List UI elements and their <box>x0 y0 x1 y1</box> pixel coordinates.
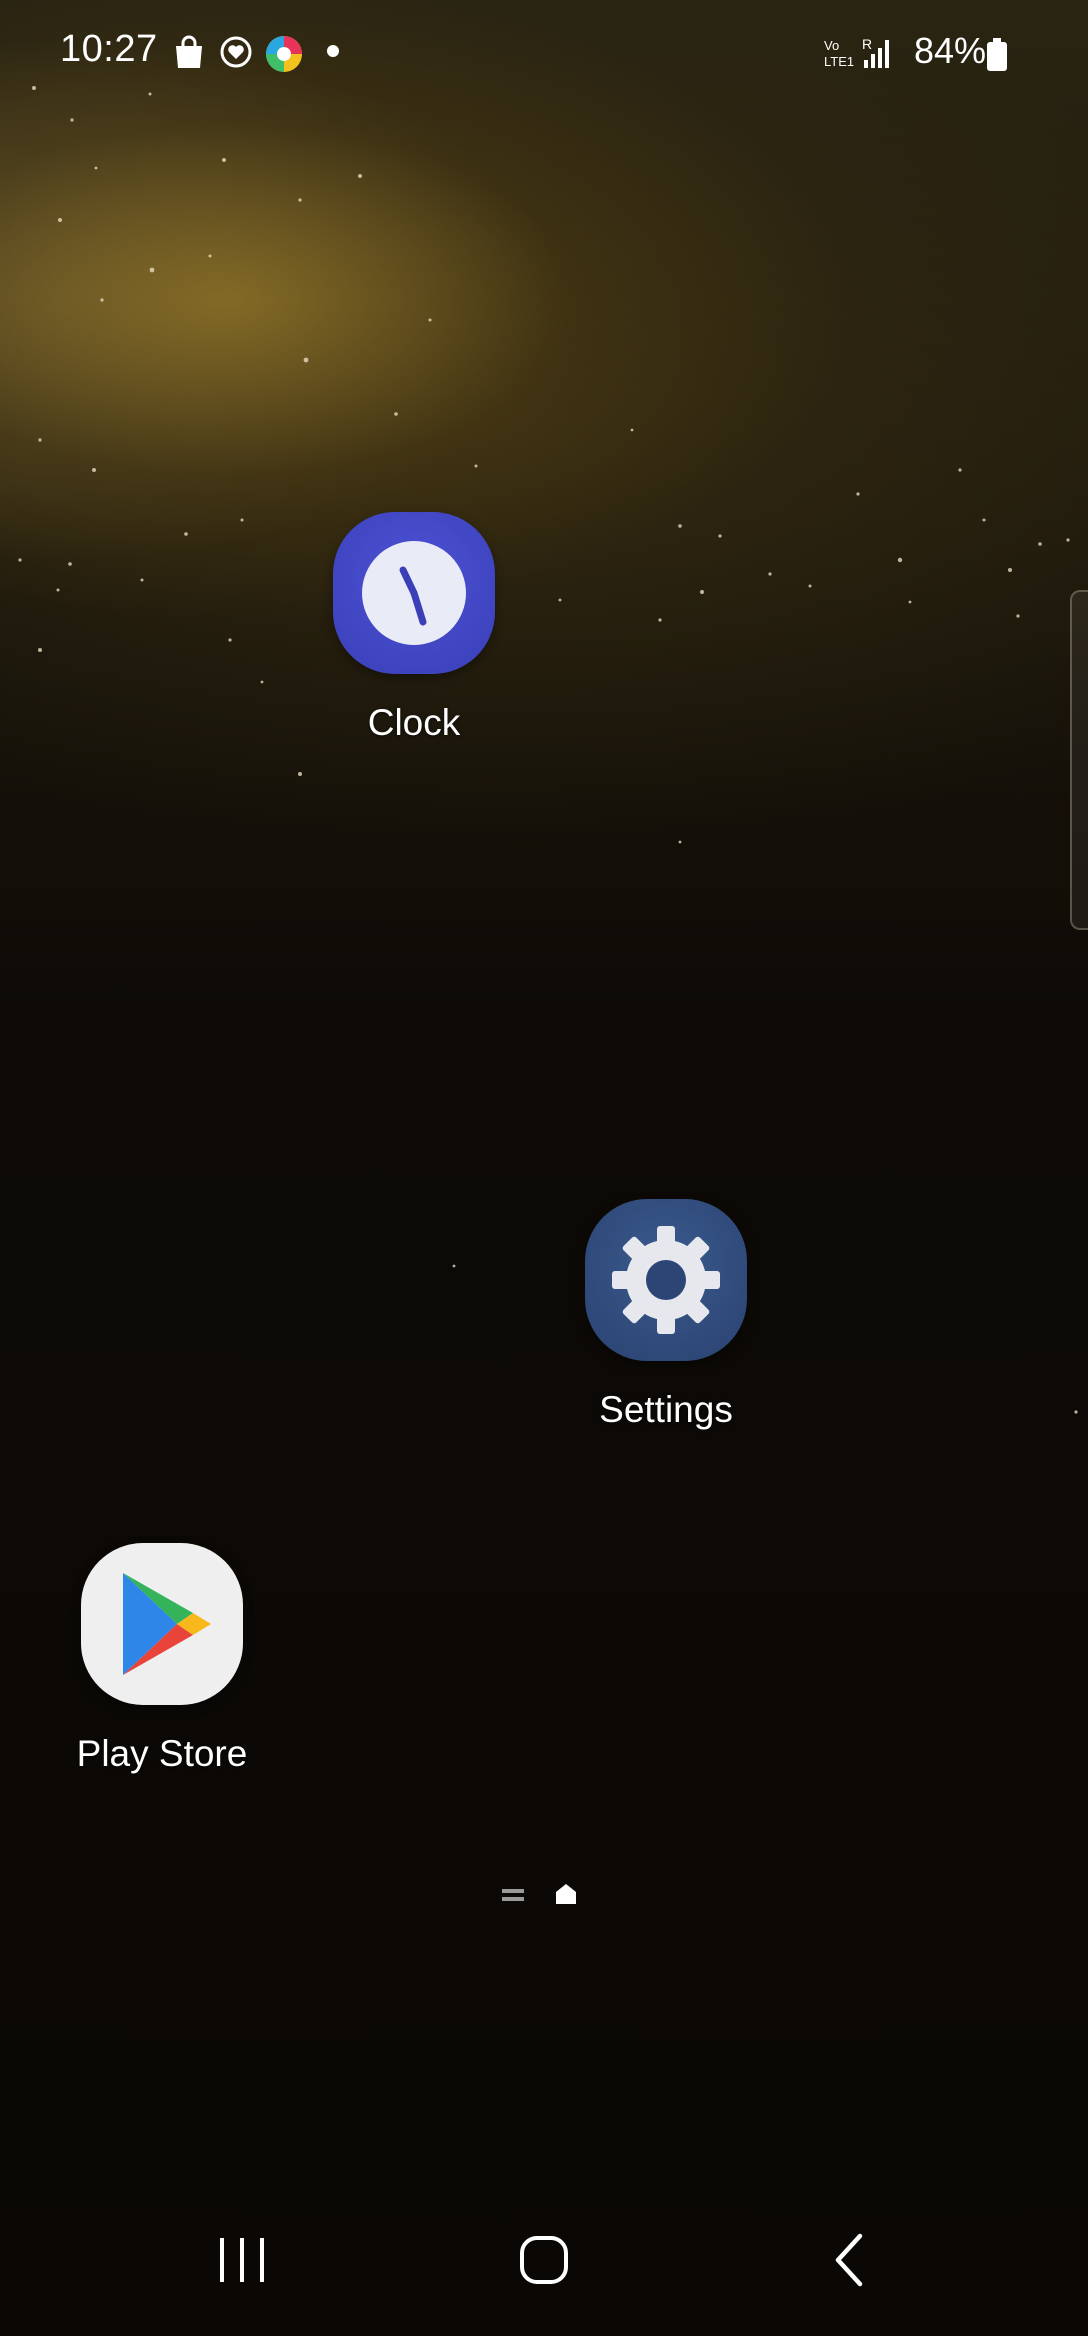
app-clock[interactable]: Clock <box>294 512 534 744</box>
status-bar: 10:27 Vo LTE1 R 84% <box>0 0 1088 110</box>
signal-icon: Vo LTE1 R <box>824 36 889 69</box>
colorful-app-icon <box>266 36 302 72</box>
battery-icon <box>987 38 1007 71</box>
dot-icon <box>327 45 339 57</box>
app-label-clock: Clock <box>367 702 461 743</box>
gear-icon <box>585 1199 747 1361</box>
heart-app-icon <box>220 36 252 68</box>
clock-icon <box>333 512 495 674</box>
menu-lines-icon[interactable] <box>502 1886 524 1904</box>
battery-percentage: 84% <box>913 30 986 71</box>
recents-button[interactable] <box>182 2216 302 2296</box>
back-button[interactable] <box>788 2216 908 2296</box>
recents-icon <box>220 2238 264 2282</box>
navigation-bar <box>0 2186 1088 2336</box>
app-label-settings: Settings <box>599 1389 733 1430</box>
page-indicator <box>0 1880 1088 1910</box>
shopping-bag-icon <box>176 35 202 68</box>
svg-text:LTE1: LTE1 <box>824 54 854 69</box>
home-button[interactable] <box>484 2216 604 2296</box>
play-store-icon <box>81 1543 243 1705</box>
app-settings[interactable]: Settings <box>546 1199 786 1431</box>
svg-text:R: R <box>862 36 872 52</box>
status-time: 10:27 <box>60 28 158 70</box>
home-screen: 10:27 Vo LTE1 R 84% Clock Settings Play … <box>0 0 1088 2336</box>
home-icon[interactable] <box>554 1882 578 1906</box>
home-nav-icon <box>520 2236 568 2284</box>
back-icon <box>835 2233 863 2287</box>
app-play-store[interactable]: Play Store <box>42 1543 282 1775</box>
svg-text:Vo: Vo <box>824 38 839 53</box>
edge-panel-handle[interactable] <box>1070 590 1088 930</box>
wallpaper <box>18 86 1078 1414</box>
app-label-play-store: Play Store <box>76 1733 248 1774</box>
